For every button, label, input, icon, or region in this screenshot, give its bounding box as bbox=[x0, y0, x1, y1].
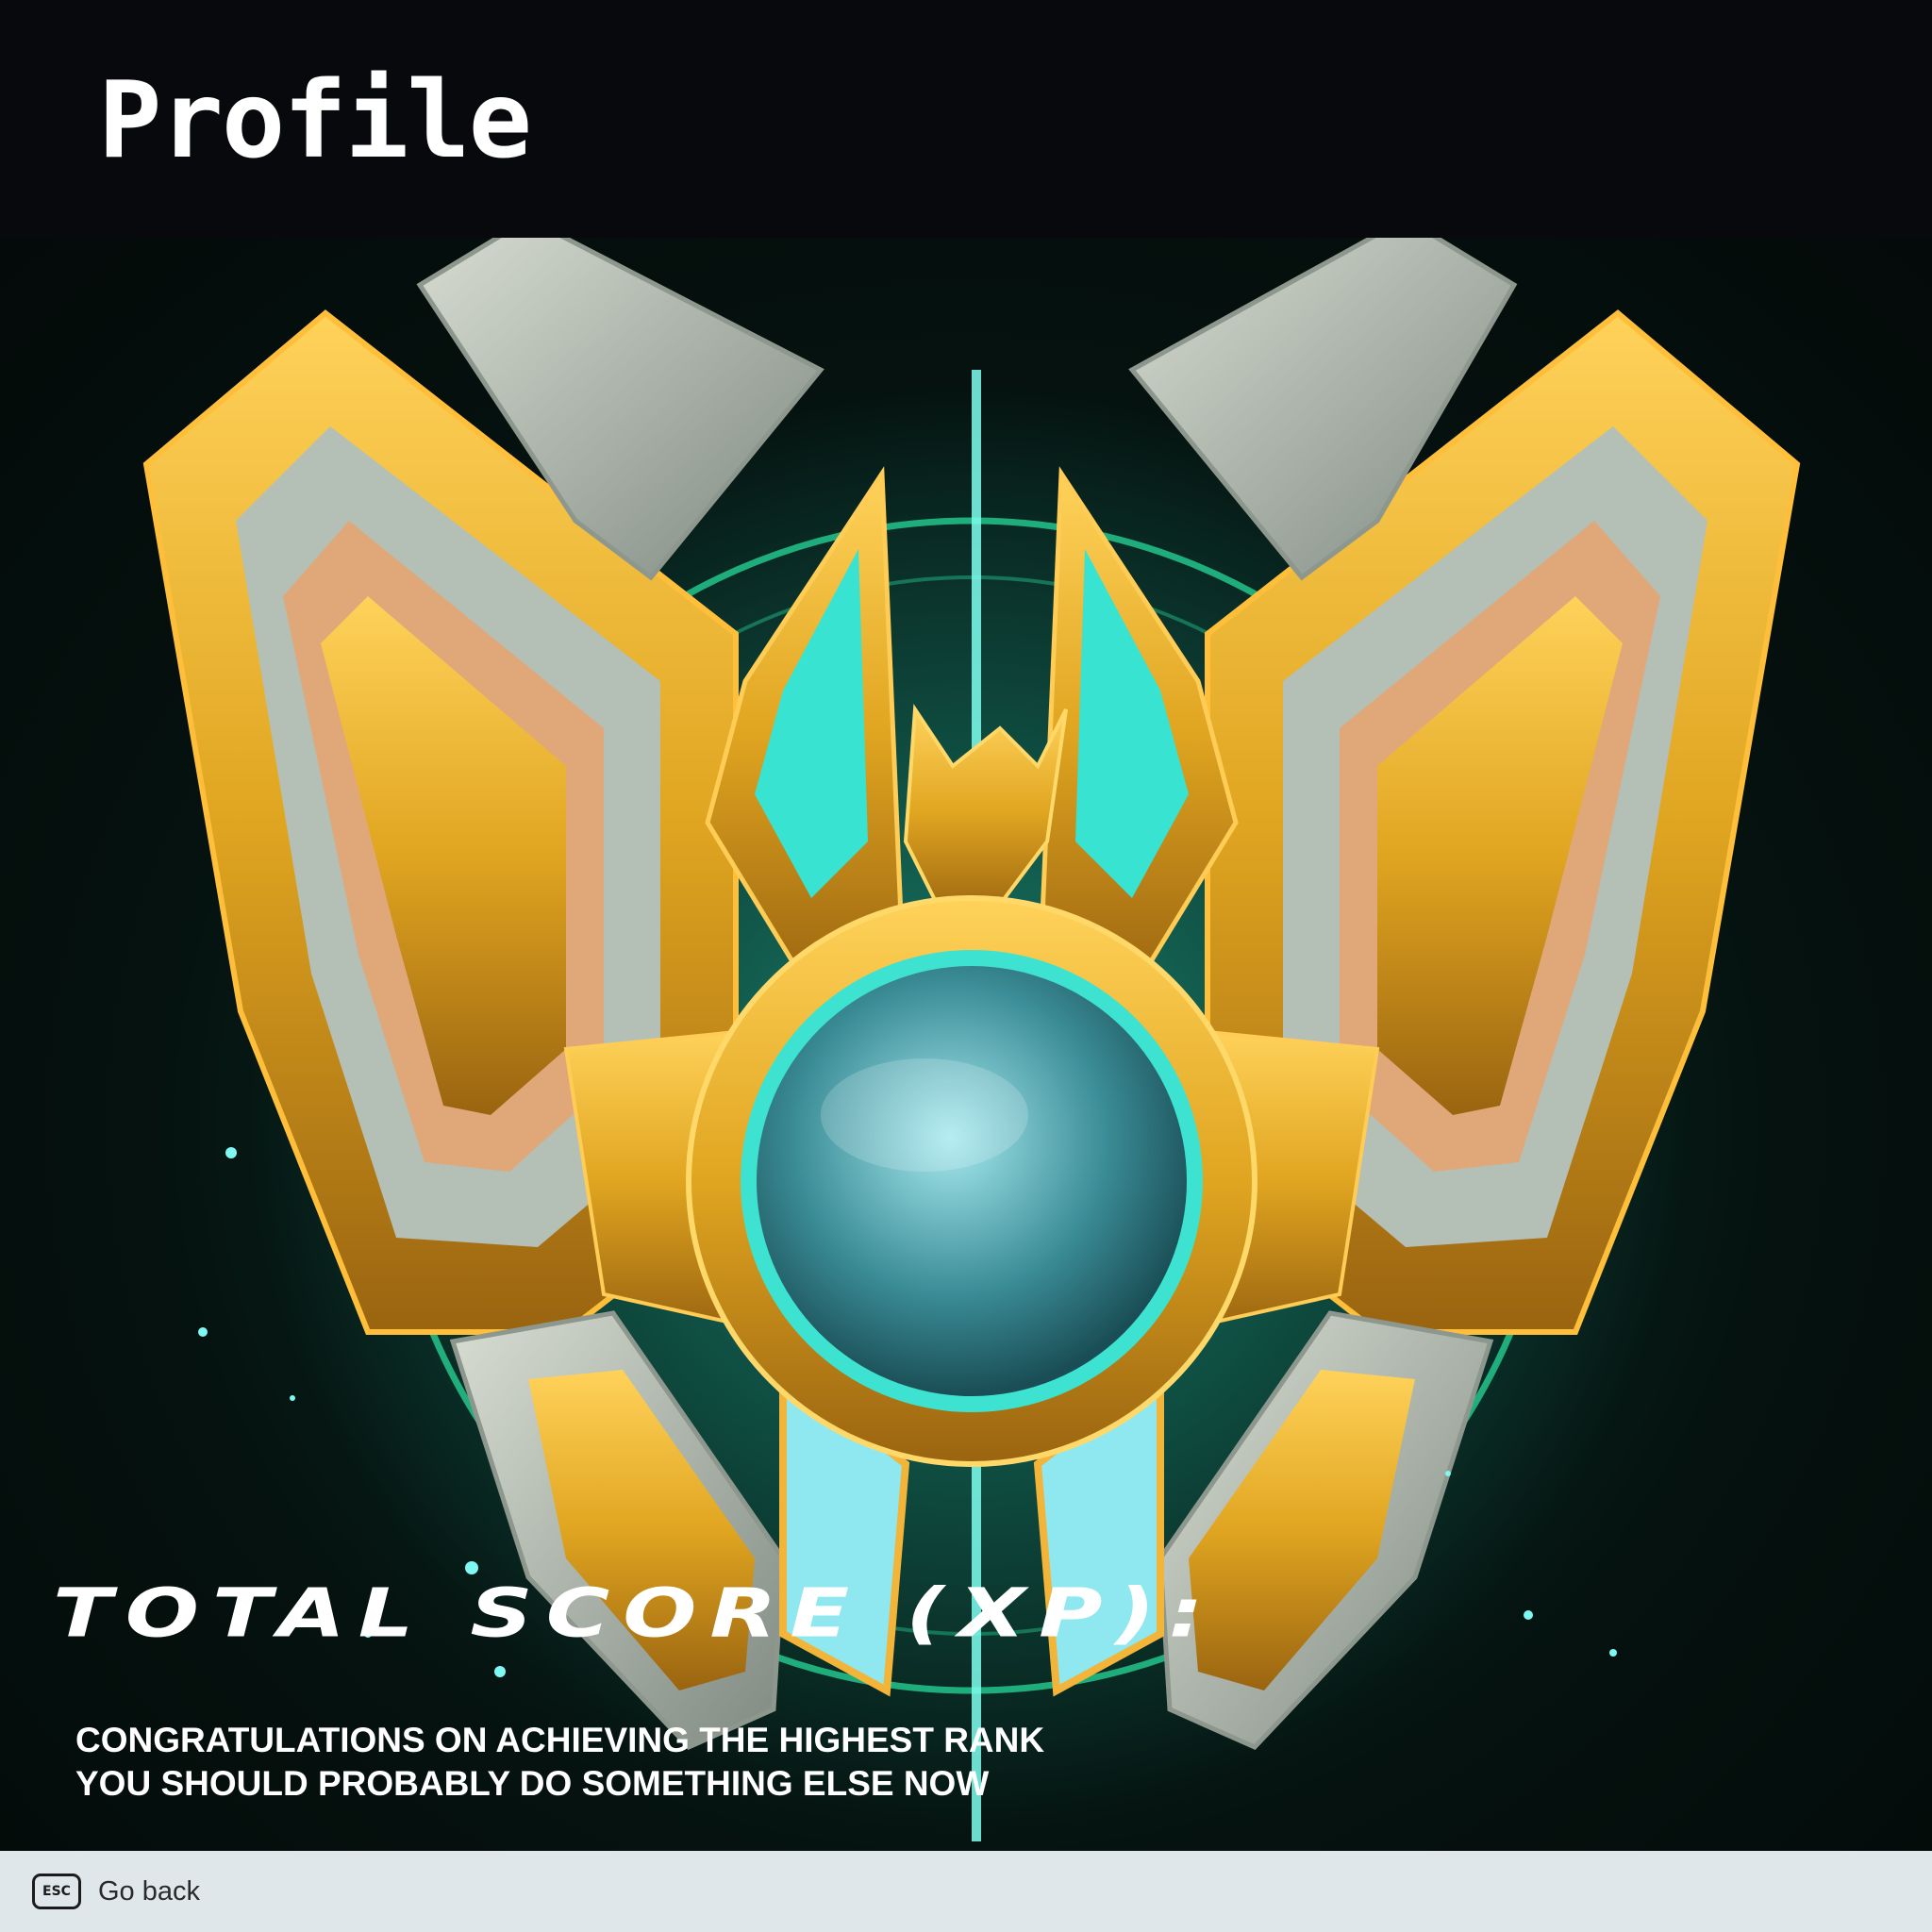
header: Profile bbox=[0, 0, 1932, 238]
total-score-label: TOTAL SCORE (XP): bbox=[53, 1574, 1233, 1652]
footer-bar: ESC Go back bbox=[0, 1851, 1932, 1932]
congrats-message: CONGRATULATIONS ON ACHIEVING THE HIGHEST… bbox=[75, 1719, 1044, 1806]
total-score-label-text: TOTAL SCORE (XP): bbox=[53, 1574, 1217, 1653]
page-title: Profile bbox=[98, 59, 532, 182]
go-back-button[interactable]: Go back bbox=[98, 1872, 200, 1911]
congrats-line-2: YOU SHOULD PROBABLY DO SOMETHING ELSE NO… bbox=[75, 1764, 990, 1803]
congrats-line-1: CONGRATULATIONS ON ACHIEVING THE HIGHEST… bbox=[75, 1721, 1045, 1759]
esc-key-icon[interactable]: ESC bbox=[32, 1874, 81, 1909]
